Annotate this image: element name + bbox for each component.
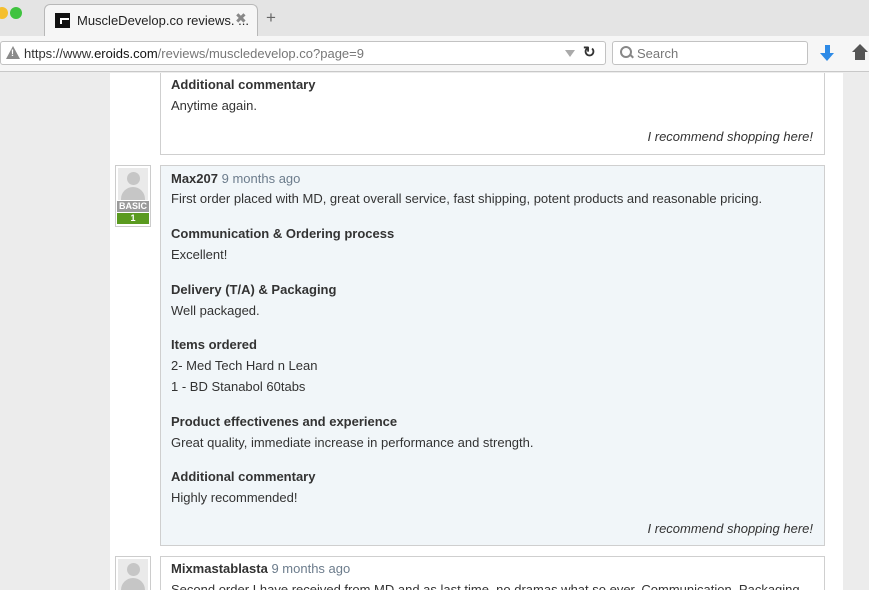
section-heading: Communication & Ordering process	[171, 226, 395, 241]
zoom-window-button[interactable]	[10, 7, 22, 19]
section-heading: Additional commentary	[171, 469, 316, 484]
section-heading: Product effectivenes and experience	[171, 414, 398, 429]
member-badge: BASIC	[117, 201, 149, 212]
reviewer-line: Max207 9 months ago	[171, 171, 300, 186]
recommend-text: I recommend shopping here!	[647, 129, 813, 144]
section-heading: Items ordered	[171, 337, 257, 352]
review-card: Mixmastablasta 9 months ago Second order…	[160, 556, 825, 590]
section-text: Well packaged.	[171, 303, 260, 318]
reviewer-name[interactable]: Max207	[171, 171, 218, 186]
home-icon[interactable]	[852, 44, 869, 62]
review-card: Max207 9 months ago First order placed w…	[160, 165, 825, 546]
review-time[interactable]: 9 months ago	[271, 561, 350, 576]
section-text: Highly recommended!	[171, 490, 298, 505]
user-avatar-icon	[118, 168, 148, 200]
close-tab-icon[interactable]: ✖	[235, 10, 247, 27]
section-text: Excellent!	[171, 247, 228, 262]
address-bar[interactable]: https://www.eroids.com/reviews/muscledev…	[0, 41, 606, 65]
reviewer-name[interactable]: Mixmastablasta	[171, 561, 268, 576]
tab-title: MuscleDevelop.co reviews. ...	[77, 13, 249, 28]
avatar[interactable]: BASIC 1	[115, 165, 151, 227]
tab-bar: MuscleDevelop.co reviews. ... ✖ +	[0, 0, 869, 36]
url-host: eroids.com	[94, 46, 158, 61]
review-intro: First order placed with MD, great overal…	[171, 191, 763, 206]
section-heading: Additional commentary	[171, 77, 316, 92]
section-text: Great quality, immediate increase in per…	[171, 435, 534, 450]
warning-icon[interactable]	[6, 46, 20, 59]
reviewer-line: Mixmastablasta 9 months ago	[171, 561, 350, 576]
review-intro: Second order I have received from MD and…	[171, 582, 800, 590]
navigation-bar: https://www.eroids.com/reviews/muscledev…	[0, 36, 869, 72]
section-text: 1 - BD Stanabol 60tabs	[171, 379, 306, 394]
reload-icon[interactable]: ↻	[583, 43, 596, 61]
url-prefix: https://www.	[24, 46, 95, 61]
review-card: Additional commentary Anytime again. I r…	[160, 73, 825, 155]
recommend-text: I recommend shopping here!	[647, 521, 813, 536]
section-text: Anytime again.	[171, 98, 257, 113]
member-level-badge: 1	[117, 213, 149, 224]
minimize-window-button[interactable]	[0, 7, 8, 19]
browser-tab[interactable]: MuscleDevelop.co reviews. ... ✖	[44, 4, 258, 36]
url-dropdown-icon[interactable]	[565, 50, 575, 57]
url-path: /reviews/muscledevelop.co?page=9	[157, 46, 364, 61]
search-icon	[620, 46, 632, 58]
section-text: 2- Med Tech Hard n Lean	[171, 358, 318, 373]
url-text[interactable]: https://www.eroids.com/reviews/muscledev…	[24, 46, 364, 61]
search-input[interactable]	[637, 43, 802, 63]
site-favicon-icon	[55, 13, 70, 28]
page-content: Additional commentary Anytime again. I r…	[0, 73, 869, 590]
user-avatar-icon	[118, 559, 148, 590]
search-box[interactable]	[612, 41, 808, 65]
avatar[interactable]	[115, 556, 151, 590]
new-tab-button[interactable]: +	[266, 8, 276, 28]
section-heading: Delivery (T/A) & Packaging	[171, 282, 337, 297]
download-icon[interactable]	[820, 45, 836, 63]
review-time[interactable]: 9 months ago	[222, 171, 301, 186]
